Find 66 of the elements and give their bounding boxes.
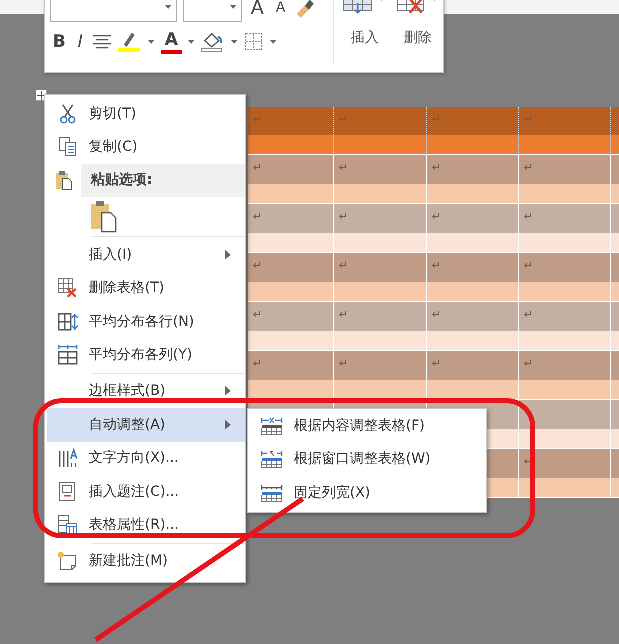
caret-icon xyxy=(270,40,278,44)
distribute-columns-icon xyxy=(56,344,80,366)
paste-option-icon[interactable] xyxy=(89,199,119,234)
paragraph-mark: ↵ xyxy=(253,161,262,174)
borders-icon[interactable] xyxy=(244,32,264,52)
menu-item[interactable]: 固定列宽(X) xyxy=(248,476,486,510)
table-properties-icon xyxy=(56,514,80,536)
menu-item[interactable]: 表格属性(R)... xyxy=(47,508,245,542)
insert-button[interactable]: 插入 xyxy=(342,0,388,72)
menu-item[interactable]: 新建批注(M) xyxy=(47,544,245,578)
paragraph-mark: ↵ xyxy=(432,210,442,223)
paragraph-mark: ↵ xyxy=(253,210,262,223)
italic-button[interactable]: I xyxy=(74,32,86,52)
paragraph-mark: ↵ xyxy=(253,113,262,126)
center-align-icon[interactable] xyxy=(92,34,112,50)
font-name-field[interactable] xyxy=(50,0,177,22)
paragraph-mark: ↵ xyxy=(432,161,442,174)
paragraph-mark: ↵ xyxy=(432,308,442,321)
format-painter-icon[interactable] xyxy=(294,0,315,18)
paragraph-mark: ↵ xyxy=(253,308,262,321)
menu-item[interactable]: 插入题注(C)... xyxy=(47,474,245,508)
paragraph-mark: ↵ xyxy=(524,357,534,370)
delete-button[interactable]: 删除 xyxy=(396,0,440,72)
paragraph-mark: ↵ xyxy=(253,259,262,272)
caret-icon xyxy=(165,5,172,10)
font-size-field[interactable] xyxy=(183,0,242,22)
menu-item[interactable]: 插入(I) xyxy=(47,238,245,272)
caret-icon xyxy=(148,40,155,44)
grow-font-button[interactable]: A xyxy=(248,0,267,18)
bold-button[interactable]: B xyxy=(50,32,69,52)
paragraph-mark: ↵ xyxy=(524,113,534,126)
caret-icon xyxy=(231,40,238,44)
paragraph-mark: ↵ xyxy=(339,113,348,126)
paragraph-mark: ↵ xyxy=(339,308,348,321)
menu-item[interactable]: 根据内容调整表格(F) xyxy=(248,409,486,442)
paragraph-mark: ↵ xyxy=(339,357,348,370)
menu-item[interactable]: 平均分布各行(N) xyxy=(47,304,245,338)
menu-item[interactable]: 删除表格(T) xyxy=(47,272,245,305)
delete-table-icon xyxy=(56,277,80,300)
paragraph-mark: ↵ xyxy=(339,210,348,223)
paragraph-mark: ↵ xyxy=(524,210,534,223)
shading-icon[interactable] xyxy=(201,31,226,53)
paragraph-mark: ↵ xyxy=(339,259,348,272)
paragraph-mark: ↵ xyxy=(432,113,442,126)
menu-item[interactable]: 平均分布各列(Y) xyxy=(47,338,245,372)
caret-icon xyxy=(188,40,196,44)
paragraph-mark: ↵ xyxy=(524,308,534,321)
paragraph-mark: ↵ xyxy=(432,259,442,272)
font-color-button[interactable]: A xyxy=(160,30,182,54)
highlighter-icon[interactable] xyxy=(118,31,142,53)
paragraph-mark: ↵ xyxy=(524,259,534,272)
menu-item[interactable]: 边框样式(B) xyxy=(47,374,245,408)
shrink-font-button[interactable]: A xyxy=(273,0,289,16)
menu-item[interactable]: 文字方向(X)... xyxy=(47,442,245,475)
autofit-window-icon xyxy=(260,448,284,470)
menu-item[interactable]: 剪切(T) xyxy=(47,97,245,130)
menu-item[interactable]: 复制(C) xyxy=(47,130,245,164)
paragraph-mark: ↵ xyxy=(524,161,534,174)
paragraph-mark: ↵ xyxy=(253,357,262,370)
caret-icon xyxy=(230,5,237,10)
menu-item[interactable]: 自动调整(A) xyxy=(47,408,245,442)
paragraph-mark: ↵ xyxy=(339,161,348,174)
paste-options-header: 粘贴选项: xyxy=(81,164,245,197)
distribute-rows-icon xyxy=(56,310,80,333)
menu-item[interactable]: 根据窗口调整表格(W) xyxy=(248,442,486,476)
paragraph-mark: ↵ xyxy=(432,357,442,370)
